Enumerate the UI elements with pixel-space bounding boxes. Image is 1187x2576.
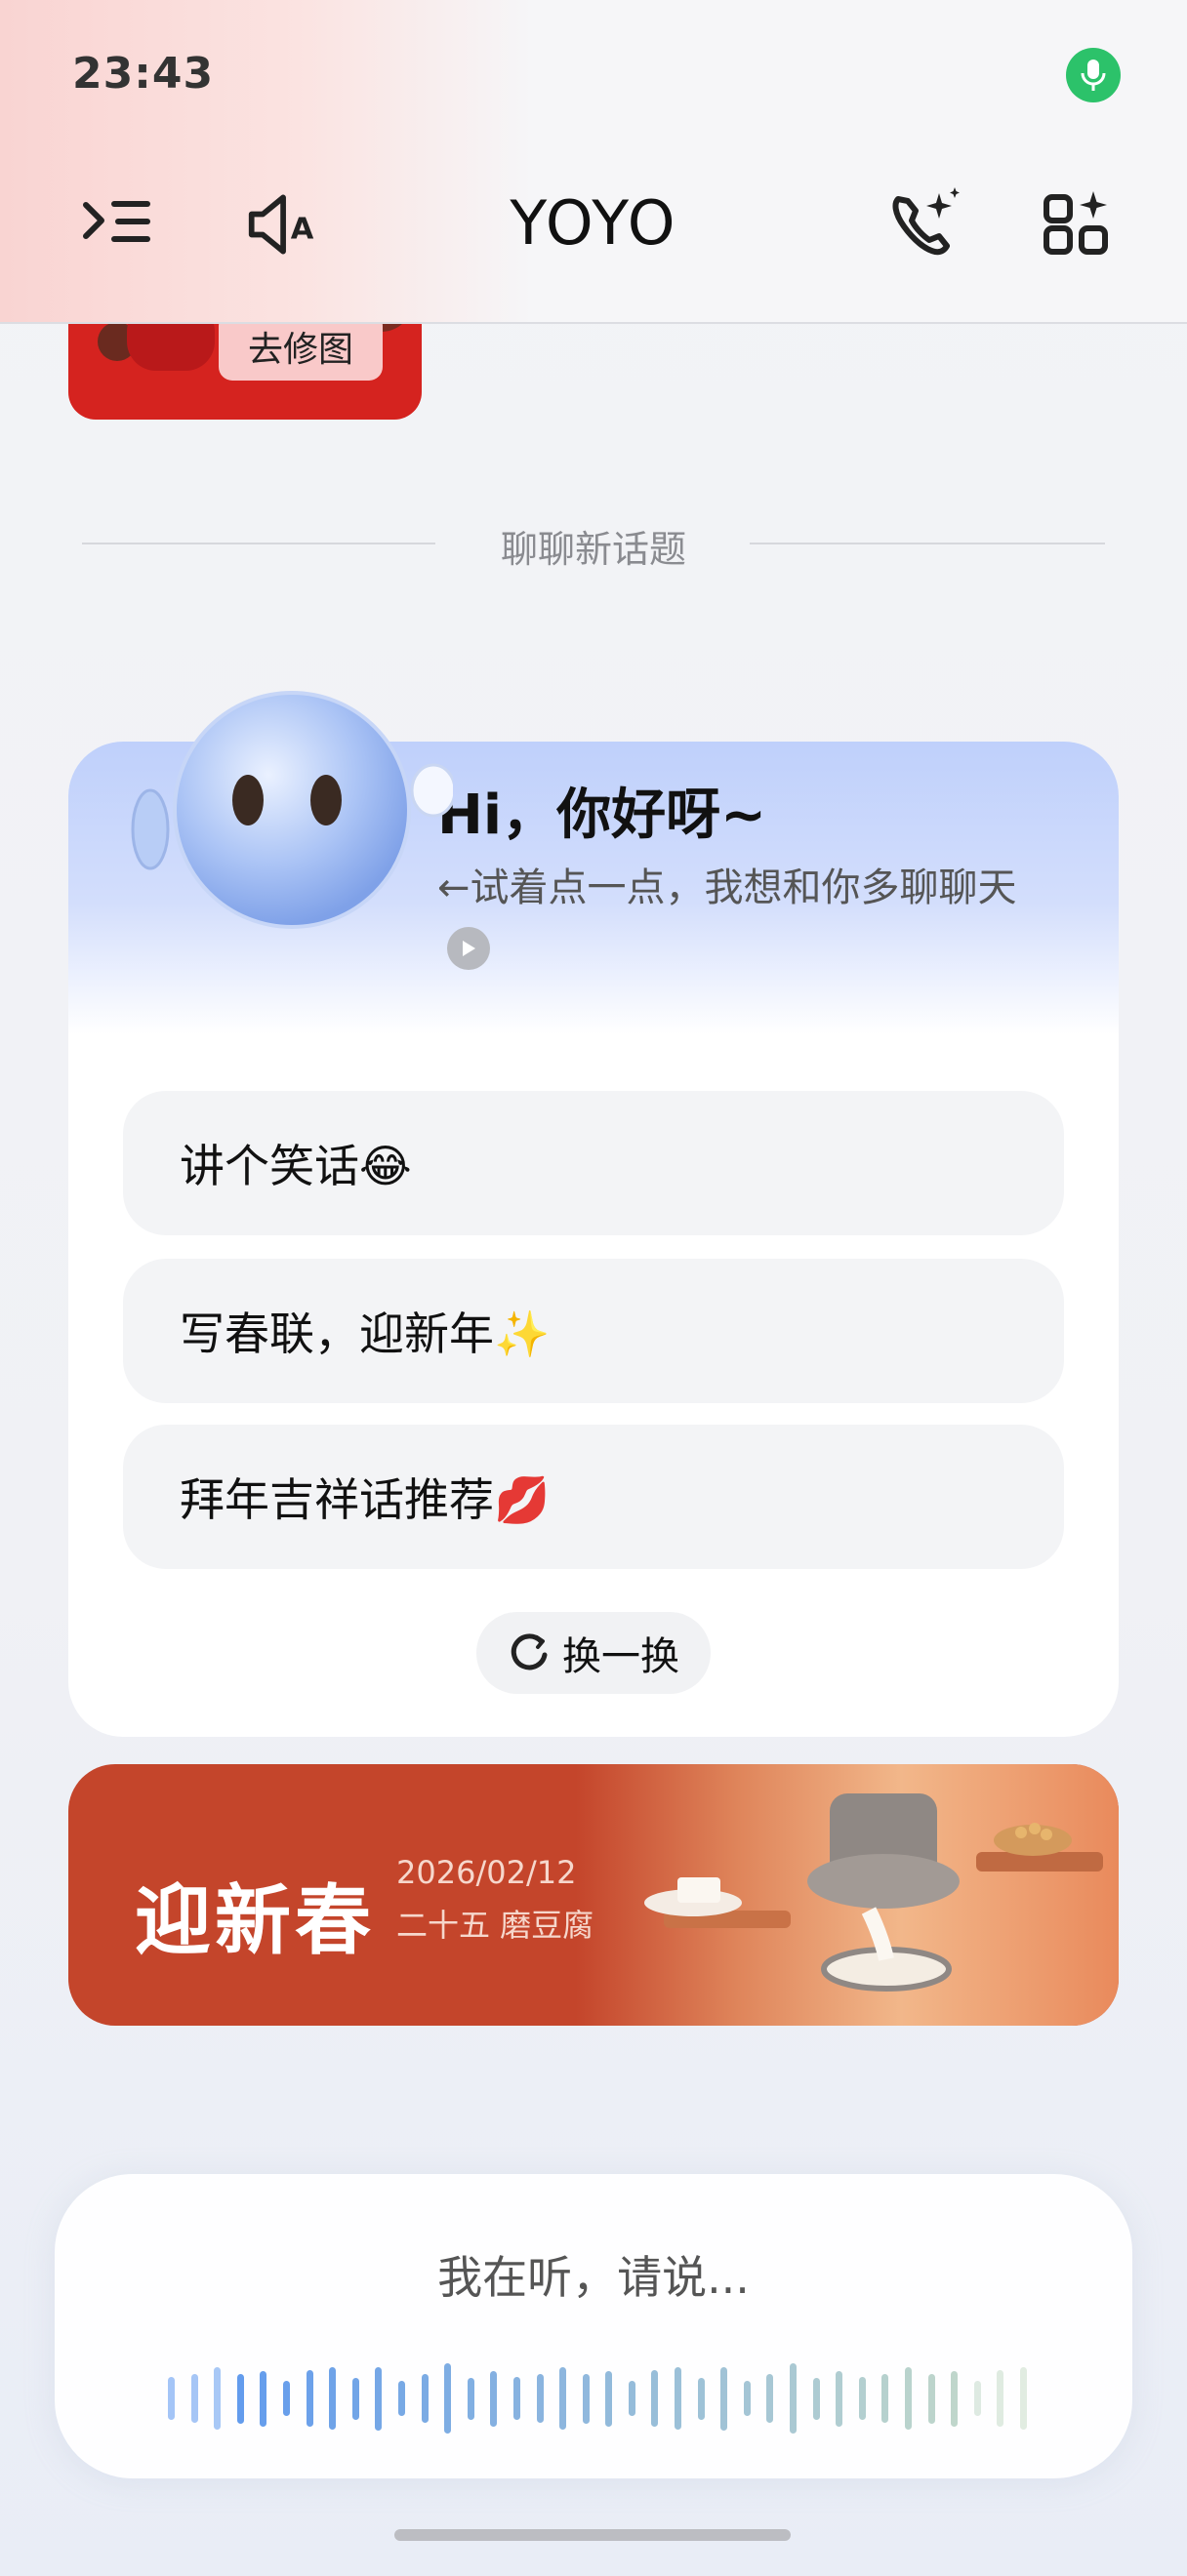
assistant-avatar-icon[interactable]: [131, 683, 457, 1005]
suggestion-label: 写春联，迎新年✨: [180, 1308, 551, 1360]
suggestion-label: 拜年吉祥话推荐💋: [180, 1473, 551, 1526]
waveform-bar: [397, 2381, 405, 2416]
waveform-bar: [559, 2367, 567, 2430]
home-indicator[interactable]: [394, 2529, 791, 2541]
listening-status: 我在听，请说...: [437, 2251, 750, 2304]
suggestion-item[interactable]: 写春联，迎新年✨: [123, 1259, 1064, 1403]
waveform-bar: [628, 2381, 635, 2416]
suggestion-label: 讲个笑话😂: [180, 1140, 412, 1192]
waveform-bar: [743, 2381, 751, 2416]
apps-icon[interactable]: [1039, 185, 1117, 263]
waveform-bar: [421, 2374, 429, 2423]
waveform-bar: [720, 2366, 728, 2431]
waveform-bar: [236, 2373, 244, 2424]
banner-subtitle: 二十五 磨豆腐: [396, 1907, 594, 1944]
waveform-bar: [836, 2370, 843, 2427]
banner-illustration: [576, 1764, 1119, 2026]
waveform-bar: [651, 2370, 659, 2427]
waveform-bar: [1019, 2367, 1027, 2430]
voice-waveform: [168, 2359, 1027, 2437]
waveform-bar: [697, 2377, 705, 2420]
waveform-bar: [351, 2377, 359, 2420]
waveform-bar: [973, 2381, 981, 2416]
mic-indicator-icon: [1066, 48, 1121, 102]
play-icon[interactable]: [447, 927, 490, 970]
waveform-bar: [675, 2367, 682, 2430]
waveform-bar: [490, 2370, 498, 2427]
waveform-bar: [881, 2374, 889, 2423]
divider-line-right: [750, 543, 1105, 544]
waveform-bar: [282, 2381, 290, 2416]
waveform-bar: [858, 2377, 866, 2420]
page-title: YOYO: [510, 187, 677, 259]
ai-call-icon[interactable]: [884, 185, 962, 263]
waveform-bar: [997, 2370, 1004, 2427]
waveform-bar: [260, 2370, 267, 2427]
waveform-bar: [190, 2374, 198, 2423]
waveform-bar: [790, 2363, 798, 2434]
banner-date: 2026/02/12: [396, 1854, 577, 1891]
waveform-bar: [927, 2373, 935, 2424]
waveform-bar: [905, 2367, 912, 2430]
refresh-icon: [511, 1633, 548, 1670]
waveform-bar: [444, 2363, 452, 2434]
waveform-bar: [512, 2377, 520, 2420]
waveform-bar: [306, 2370, 313, 2427]
waveform-bar: [168, 2377, 175, 2420]
refresh-button[interactable]: 换一换: [476, 1612, 711, 1694]
spring-festival-banner[interactable]: 迎新春 2026/02/12 二十五 磨豆腐: [68, 1764, 1119, 2026]
waveform-bar: [951, 2370, 959, 2427]
waveform-bar: [605, 2370, 613, 2427]
waveform-bar: [214, 2367, 222, 2430]
top-header: 23:43 A YOYO: [0, 0, 1187, 324]
greeting-text: Hi，你好呀~: [437, 784, 766, 847]
waveform-bar: [766, 2374, 774, 2423]
refresh-label: 换一换: [562, 1634, 679, 1679]
waveform-bar: [375, 2366, 383, 2431]
waveform-bar: [467, 2377, 474, 2420]
voice-input-panel[interactable]: 我在听，请说...: [55, 2174, 1132, 2478]
waveform-bar: [812, 2377, 820, 2420]
suggestion-item[interactable]: 讲个笑话😂: [123, 1091, 1064, 1235]
waveform-bar: [582, 2373, 590, 2424]
waveform-bar: [329, 2367, 337, 2430]
status-time: 23:43: [72, 49, 215, 99]
banner-title: 迎新春: [135, 1876, 376, 1965]
suggestion-item[interactable]: 拜年吉祥话推荐💋: [123, 1425, 1064, 1569]
new-topic-divider: 聊聊新话题: [500, 528, 686, 571]
greeting-hint: ←试着点一点，我想和你多聊聊天: [437, 859, 1062, 976]
greeting-hint-text: ←试着点一点，我想和你多聊聊天: [437, 865, 1017, 910]
waveform-bar: [536, 2374, 544, 2423]
